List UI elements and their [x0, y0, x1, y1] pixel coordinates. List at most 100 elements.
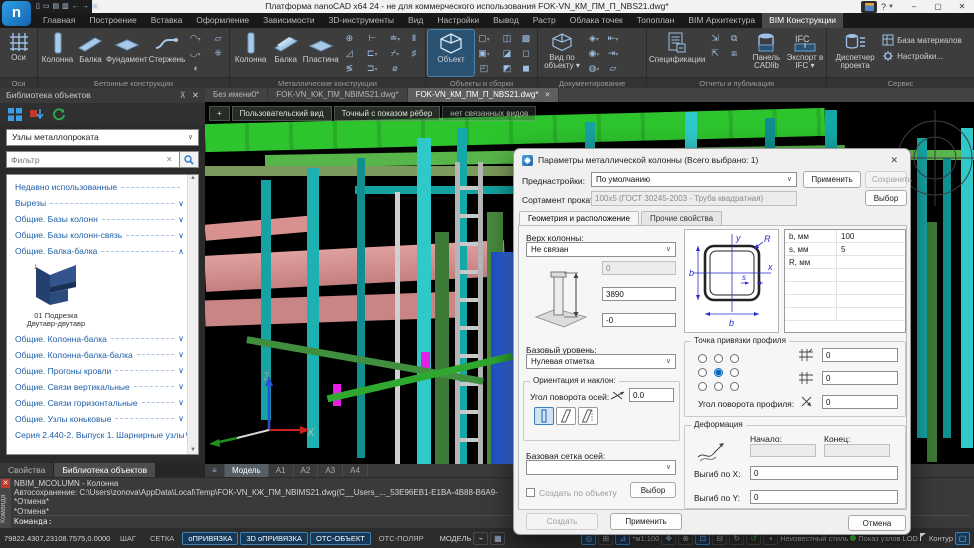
edit-object-icon[interactable]: ▣▾	[475, 46, 493, 60]
cancel-button[interactable]: Отмена	[848, 515, 906, 531]
doc-tab-unnamed[interactable]: Без имени0*	[205, 88, 268, 102]
frame-icon[interactable]: ♯	[405, 46, 423, 60]
profile-angle-input[interactable]	[822, 395, 898, 409]
layout-list-icon[interactable]: ≡	[205, 464, 225, 477]
dialog-title-bar[interactable]: Параметры металлической колонны (Всего в…	[514, 149, 910, 171]
update-views-icon[interactable]: ◍▾	[585, 61, 603, 75]
close-command-icon[interactable]: ✕	[1, 479, 10, 488]
visual-style-button[interactable]: Точный с показом рёбер	[334, 106, 441, 121]
tree-item-roof-purlins[interactable]: Общие. Прогоны кровли∨	[15, 363, 184, 379]
tab-other-properties[interactable]: Прочие свойства	[641, 211, 722, 225]
publish-icon[interactable]: ⧈	[725, 46, 743, 60]
solid-icon[interactable]: ◖	[186, 61, 204, 75]
nanocad-logo[interactable]: n	[2, 1, 31, 26]
close-tab-icon[interactable]: ✕	[544, 92, 550, 99]
anchor-radio-ml[interactable]	[698, 368, 707, 377]
tab-oblaka-tochek[interactable]: Облака точек	[563, 13, 630, 28]
pin-icon[interactable]: ⊼	[180, 88, 186, 103]
profile-icon[interactable]: ⌀	[386, 61, 404, 75]
bolt-icon[interactable]: ⊕	[340, 31, 358, 45]
toggle-otrack-object[interactable]: ОТС-ОБЪЕКТ	[310, 532, 371, 545]
object-list-icon[interactable]: ◰	[475, 61, 493, 75]
axes-button[interactable]: Оси	[2, 30, 35, 76]
detail-icon[interactable]: ◉▾	[585, 46, 603, 60]
explode-icon[interactable]: ◩	[498, 61, 516, 75]
apply-preset-button[interactable]: Применить	[803, 171, 861, 188]
metal-beam-button[interactable]: Балка	[270, 30, 301, 76]
plate-button[interactable]: Пластина	[302, 30, 339, 76]
axes-angle-input[interactable]	[629, 388, 674, 402]
column-top-select[interactable]: Не связан∨	[526, 242, 676, 257]
rod-button[interactable]: Стержень	[149, 30, 186, 76]
sheet-icon[interactable]: ▱	[604, 61, 622, 75]
save-icon[interactable]: ▤	[52, 3, 59, 11]
node-brace-icon[interactable]: ⊐▾	[363, 61, 381, 75]
toggle-grid[interactable]: СЕТКА	[144, 532, 180, 545]
cadlib-panel-button[interactable]: Панель CADlib	[748, 30, 785, 76]
undo-icon[interactable]: ←	[72, 3, 79, 11]
rebar-net-icon[interactable]: ⁜	[209, 46, 227, 60]
tree-item-series-2440[interactable]: Серия 2.440-2. Выпуск 1. Шарнирные узлы∨	[15, 427, 184, 443]
specifications-button[interactable]: Спецификации	[649, 30, 705, 76]
link-icon[interactable]: ◪	[498, 46, 516, 60]
tree-item-ridge-nodes[interactable]: Общие. Узлы коньковые∨	[15, 411, 184, 427]
close-panel-icon[interactable]: ✕	[192, 88, 199, 103]
table-row[interactable]: s, мм5	[785, 243, 905, 256]
tab-zavisimosti[interactable]: Зависимости	[256, 13, 322, 28]
toggle-otrack-polar[interactable]: ОТС-ПОЛЯР	[373, 532, 430, 545]
ibeam-icon[interactable]: Ⅱ	[405, 31, 423, 45]
create-by-object-checkbox[interactable]	[526, 488, 535, 497]
node-beam-icon[interactable]: ⊏▾	[363, 46, 381, 60]
doc-tab-km-active[interactable]: FOK-VN_КМ_ПМ_П_NBS21.dwg*✕	[408, 88, 560, 102]
anchor-radio-bl[interactable]	[698, 382, 707, 391]
maximize-button[interactable]: ▢	[926, 0, 950, 13]
table-row[interactable]	[785, 269, 905, 282]
height-input[interactable]	[602, 287, 676, 301]
tree-item-column-bases[interactable]: Общие. Базы колонн∨	[15, 211, 184, 227]
tab-properties[interactable]: Свойства	[0, 463, 53, 477]
tree-item-column-beam-beam[interactable]: Общие. Колонна-балка-балка∨	[15, 347, 184, 363]
add-view-button[interactable]: +	[209, 106, 230, 121]
view-by-object-button[interactable]: Вид по объекту ▾	[540, 30, 584, 76]
materials-db-button[interactable]: База материалов	[882, 34, 962, 46]
calculator-icon[interactable]	[861, 1, 877, 13]
open-file-icon[interactable]: ▭	[43, 3, 50, 11]
view-name-button[interactable]: Пользовательский вид	[232, 106, 332, 121]
toggle-3d-osnap[interactable]: 3D оПРИВЯЗКА	[240, 532, 308, 545]
tab-geometry[interactable]: Геометрия и расположение	[519, 211, 639, 225]
new-file-icon[interactable]: ▯	[36, 3, 40, 11]
bend-x-input[interactable]	[750, 466, 898, 480]
print-icon[interactable]: ▣	[92, 3, 99, 11]
tree-scrollbar[interactable]: ▲▼	[187, 175, 198, 454]
base-level-select[interactable]: Нулевая отметка∨	[526, 354, 676, 369]
grid-select-button[interactable]: Выбор	[630, 482, 676, 498]
tab-3d-tools[interactable]: 3D-инструменты	[322, 13, 401, 28]
export-ifc-button[interactable]: IFC Экспорт в IFC ▾	[786, 30, 824, 76]
cut-icon[interactable]: ⌿▾	[386, 46, 404, 60]
tree-item-beam-beam[interactable]: Общие. Балка-балка∧	[15, 243, 184, 259]
tree-item-column-base-braces[interactable]: Общие. Базы колонн-связь∨	[15, 227, 184, 243]
sortament-select-button[interactable]: Выбор	[865, 190, 907, 206]
section-icon[interactable]: ◈▾	[585, 31, 603, 45]
layout-tab-a1[interactable]: A1	[269, 464, 294, 477]
search-button[interactable]	[179, 151, 199, 168]
table-row[interactable]: R, мм	[785, 256, 905, 269]
tab-vid[interactable]: Вид	[401, 13, 430, 28]
minimize-button[interactable]: –	[902, 0, 926, 13]
filter-input[interactable]	[6, 151, 181, 168]
close-button[interactable]: ✕	[950, 0, 974, 13]
view-mode-icon[interactable]	[8, 108, 22, 121]
presets-select[interactable]: По умолчанию∨	[591, 172, 797, 187]
anchor-radio-tc[interactable]	[714, 354, 723, 363]
bend-y-input[interactable]	[750, 490, 898, 504]
tab-nastroyki[interactable]: Настройки	[430, 13, 486, 28]
apply-button[interactable]: Применить	[610, 513, 682, 530]
help-dropdown-icon[interactable]: ▼	[888, 4, 894, 10]
tab-object-library[interactable]: Библиотека объектов	[54, 463, 155, 477]
import-table-icon[interactable]: ⇱	[706, 46, 724, 60]
tree-item-column-beam[interactable]: Общие. Колонна-балка∨	[15, 331, 184, 347]
dimension-icon[interactable]: ⇤▾	[604, 31, 622, 45]
workspace-icon[interactable]: ▦	[490, 532, 505, 545]
anchor-icon[interactable]: ≶	[340, 61, 358, 75]
settings-button[interactable]: Настройки...	[882, 50, 962, 62]
